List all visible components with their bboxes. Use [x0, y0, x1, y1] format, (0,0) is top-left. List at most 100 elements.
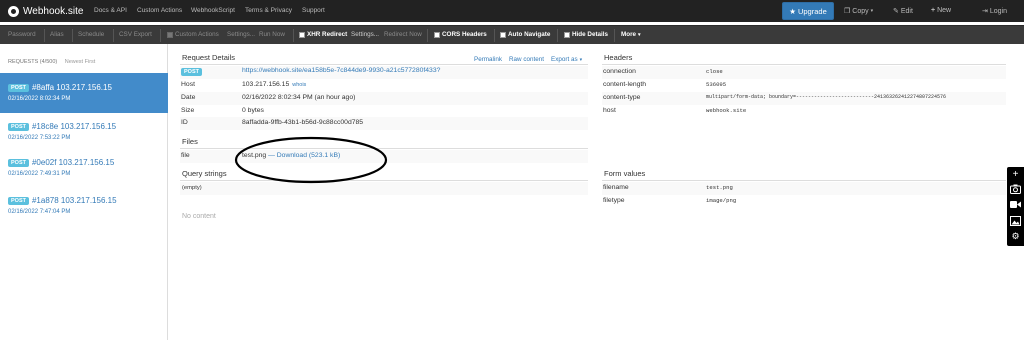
schedule-button[interactable]: Schedule: [78, 31, 104, 38]
method-badge: POST: [8, 158, 29, 167]
toolbar: Password Alias Schedule CSV Export Custo…: [0, 25, 1024, 44]
host-label: Host: [181, 81, 195, 88]
request-list-item[interactable]: POST #1a878 103.217.156.15 02/16/2022 7:…: [0, 186, 168, 226]
request-id-ip: #0e02f 103.217.156.15: [31, 158, 115, 167]
request-list-item[interactable]: POST #8affa 103.217.156.15 02/16/2022 8:…: [0, 73, 168, 113]
gear-icon[interactable]: ⚙: [1010, 231, 1021, 242]
toolbar-divider: [44, 29, 45, 42]
file-download-link[interactable]: — Download (523.1 kB): [268, 152, 340, 159]
login-label: Login: [989, 7, 1008, 15]
csv-export-button[interactable]: CSV Export: [119, 31, 152, 38]
detail-row-date: Date 02/16/2022 8:02:34 PM (an hour ago): [180, 92, 588, 105]
video-icon[interactable]: [1010, 199, 1021, 210]
headers-title: Headers: [604, 53, 633, 62]
detail-row-url: POST https://webhook.site/ea158b5e-7c844…: [180, 66, 588, 79]
alias-button[interactable]: Alias: [50, 31, 64, 38]
divider: [180, 64, 588, 65]
checkbox[interactable]: [299, 31, 305, 38]
hide-details-label: Hide Details: [572, 31, 609, 38]
copy-menu[interactable]: ❐ Copy ▾: [844, 7, 874, 16]
copy-label: Copy: [852, 7, 869, 15]
brand[interactable]: Webhook.site: [8, 4, 83, 18]
export-as-menu[interactable]: Export as ▾: [551, 56, 582, 63]
copy-icon: ❐: [844, 8, 851, 15]
method-badge-wrap: POST: [181, 68, 205, 76]
caret-down-icon: ▾: [870, 8, 874, 14]
header-key: connection: [603, 68, 636, 75]
request-list-item[interactable]: POST #18c8e 103.217.156.15 02/16/2022 7:…: [0, 112, 168, 152]
sort-order-toggle[interactable]: Newest First: [65, 59, 96, 65]
run-now-button[interactable]: Run Now: [259, 31, 285, 38]
raw-content-link[interactable]: Raw content: [509, 56, 544, 63]
webhook-logo-icon: [8, 5, 19, 17]
method-badge: POST: [181, 68, 202, 76]
query-strings-empty: (empty): [182, 185, 202, 191]
new-label: New: [937, 7, 952, 14]
checkbox[interactable]: [500, 31, 506, 38]
request-url[interactable]: https://webhook.site/ea158b5e-7c844de9-9…: [242, 67, 440, 74]
header-row: content-length 536095: [602, 79, 1006, 92]
request-list-item[interactable]: POST #0e02f 103.217.156.15 02/16/2022 7:…: [0, 148, 168, 188]
checkbox[interactable]: [564, 31, 570, 38]
custom-actions-settings[interactable]: Settings...: [227, 31, 255, 38]
login-icon: ⇥: [982, 8, 988, 15]
requests-sidebar: REQUESTS (4/500) Newest First POST #8aff…: [0, 44, 168, 340]
whois-link[interactable]: whois: [292, 82, 306, 88]
hide-details-toggle[interactable]: Hide Details: [564, 31, 608, 38]
cors-headers-toggle[interactable]: CORS Headers: [434, 31, 487, 38]
requests-count: REQUESTS (4/500): [8, 59, 58, 65]
form-value-row: filename test.png: [602, 182, 1006, 195]
request-summary: POST #0e02f 103.217.156.15: [8, 158, 114, 167]
auto-navigate-toggle[interactable]: Auto Navigate: [500, 31, 550, 38]
top-navbar: Webhook.site Docs & API Custom Actions W…: [0, 0, 1024, 22]
request-id-ip: #18c8e 103.217.156.15: [31, 122, 117, 131]
more-menu[interactable]: More ▾: [621, 31, 641, 38]
new-button[interactable]: + New: [931, 7, 951, 14]
login-button[interactable]: ⇥ Login: [982, 7, 1008, 16]
header-value: webhook.site: [706, 107, 747, 114]
xhr-redirect-toggle[interactable]: XHR Redirect: [299, 31, 347, 38]
nav-support[interactable]: Support: [302, 7, 325, 14]
detail-row-id: ID 8affadda-9ffb-43b1-b56d-9c88cc00d785: [180, 117, 588, 130]
password-button[interactable]: Password: [8, 31, 36, 38]
edit-label: Edit: [900, 7, 913, 15]
camera-icon[interactable]: [1010, 183, 1021, 194]
nav-webhookscript[interactable]: WebhookScript: [191, 7, 235, 14]
request-summary: POST #8affa 103.217.156.15: [8, 83, 112, 92]
header-row: connection close: [602, 66, 1006, 79]
file-name: test.png: [242, 152, 267, 159]
date-value: 02/16/2022 8:02:34 PM (an hour ago): [242, 94, 356, 101]
toolbar-divider: [494, 29, 495, 42]
requests-heading: REQUESTS (4/500) Newest First: [8, 59, 95, 65]
toolbar-divider: [160, 29, 161, 42]
upgrade-button[interactable]: ★ Upgrade: [782, 2, 834, 20]
files-title: Files: [182, 137, 198, 146]
header-row: content-type multipart/form-data; bounda…: [602, 92, 1006, 105]
permalink-link[interactable]: Permalink: [474, 56, 502, 63]
form-value-row: filetype image/png: [602, 195, 1006, 208]
upgrade-label: Upgrade: [797, 6, 827, 16]
custom-actions-toggle[interactable]: Custom Actions: [167, 31, 219, 38]
header-row: host webhook.site: [602, 105, 1006, 118]
request-time: 02/16/2022 7:53:22 PM: [8, 135, 71, 141]
nav-custom-actions[interactable]: Custom Actions: [137, 7, 182, 14]
toolbar-divider: [293, 29, 294, 42]
edit-button[interactable]: ✎ Edit: [893, 7, 913, 16]
export-as-label: Export as: [551, 56, 578, 63]
nav-terms-privacy[interactable]: Terms & Privacy: [245, 7, 292, 14]
xhr-redirect-settings[interactable]: Settings...: [351, 31, 379, 38]
plus-icon[interactable]: +: [1010, 169, 1021, 180]
host-value: 103.217.156.15: [242, 81, 290, 88]
toolbar-divider: [113, 29, 114, 42]
image-icon[interactable]: [1010, 215, 1021, 226]
checkbox[interactable]: [434, 31, 440, 38]
checkbox[interactable]: [167, 31, 173, 38]
form-key: filename: [603, 184, 629, 191]
size-value: 0 bytes: [242, 107, 264, 114]
redirect-now-button[interactable]: Redirect Now: [384, 31, 422, 38]
form-value: image/png: [706, 197, 737, 204]
xhr-redirect-label: XHR Redirect: [307, 31, 348, 38]
toolbar-divider: [427, 29, 428, 42]
header-value: 536095: [706, 81, 727, 88]
nav-docs-api[interactable]: Docs & API: [94, 7, 127, 14]
